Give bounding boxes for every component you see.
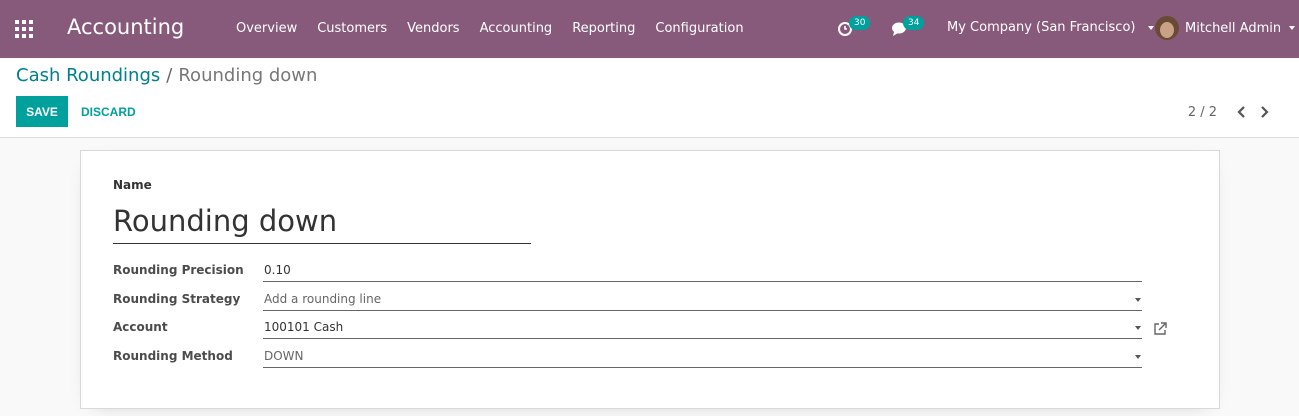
chevron-down-icon: [1289, 26, 1296, 30]
company-name: My Company (San Francisco): [947, 20, 1136, 35]
rounding-method-select[interactable]: [263, 344, 1142, 368]
menu-item-vendors[interactable]: Vendors: [397, 0, 469, 58]
menu-item-overview[interactable]: Overview: [226, 0, 307, 58]
rounding-method-label: Rounding Method: [113, 349, 233, 363]
breadcrumb-current: Rounding down: [178, 65, 318, 86]
save-button[interactable]: SAVE: [16, 96, 68, 127]
breadcrumb-cash-roundings[interactable]: Cash Roundings: [16, 65, 160, 86]
menu-item-accounting[interactable]: Accounting: [470, 0, 563, 58]
rounding-precision-input[interactable]: [263, 258, 1142, 282]
chevron-down-icon: [1147, 25, 1154, 30]
messages-count-badge: 34: [903, 16, 925, 30]
pager-value[interactable]: 2 / 2: [1188, 105, 1217, 120]
company-switcher[interactable]: My Company (San Francisco): [947, 20, 1154, 35]
pager: 2 / 2: [1188, 102, 1275, 122]
activity-count-badge: 30: [849, 16, 871, 30]
menu-item-configuration[interactable]: Configuration: [645, 0, 753, 58]
menu-item-customers[interactable]: Customers: [307, 0, 397, 58]
breadcrumb: Cash Roundings / Rounding down: [16, 65, 317, 86]
breadcrumb-separator: /: [166, 65, 173, 86]
user-menu[interactable]: Mitchell Admin: [1155, 14, 1296, 42]
chevron-down-icon[interactable]: [1135, 326, 1141, 330]
rounding-precision-label: Rounding Precision: [113, 263, 244, 277]
external-link-icon[interactable]: [1153, 321, 1167, 335]
menu-item-reporting[interactable]: Reporting: [562, 0, 645, 58]
activity-button[interactable]: 30: [837, 16, 871, 37]
chevron-down-icon[interactable]: [1135, 298, 1141, 302]
form-sheet: Name Rounding Precision Rounding Strateg…: [80, 150, 1220, 409]
control-panel: Cash Roundings / Rounding down SAVE DISCAR…: [0, 58, 1299, 138]
name-label: Name: [113, 178, 152, 192]
chevron-left-icon: [1237, 106, 1245, 118]
main-menu: Overview Customers Vendors Accounting Re…: [226, 0, 754, 58]
account-label: Account: [113, 320, 168, 334]
messages-button[interactable]: 34: [891, 16, 925, 37]
rounding-strategy-label: Rounding Strategy: [113, 292, 241, 306]
avatar: [1155, 16, 1179, 40]
chevron-right-icon: [1261, 106, 1269, 118]
discard-button[interactable]: DISCARD: [76, 96, 141, 127]
pager-next-button[interactable]: [1253, 102, 1275, 122]
account-select[interactable]: [263, 315, 1142, 339]
top-navbar: Accounting Overview Customers Vendors Ac…: [0, 0, 1299, 58]
app-title[interactable]: Accounting: [67, 15, 184, 39]
rounding-strategy-select[interactable]: [263, 287, 1142, 311]
user-name: Mitchell Admin: [1185, 20, 1282, 36]
apps-menu-icon[interactable]: [15, 20, 33, 38]
pager-previous-button[interactable]: [1231, 102, 1253, 122]
name-input[interactable]: [113, 198, 531, 244]
chevron-down-icon[interactable]: [1135, 355, 1141, 359]
